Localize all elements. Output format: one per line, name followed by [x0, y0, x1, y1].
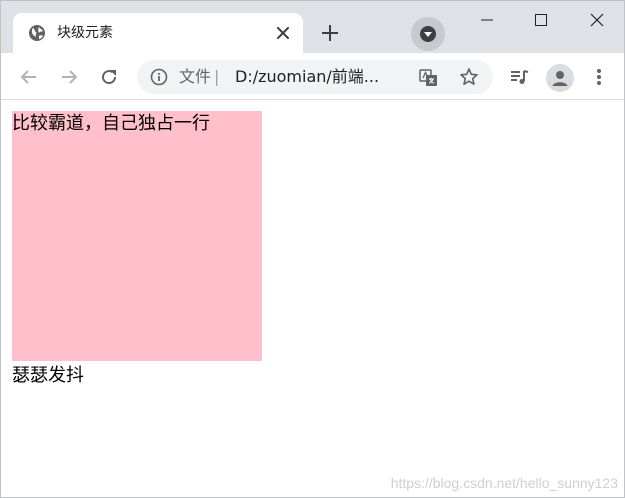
- watermark-text: https://blog.csdn.net/hello_sunny123: [390, 475, 618, 491]
- translate-icon[interactable]: [419, 68, 439, 88]
- reload-icon[interactable]: [97, 65, 121, 89]
- info-icon[interactable]: [150, 68, 168, 86]
- window-close-icon[interactable]: [574, 1, 620, 39]
- block-text: 比较霸道，自己独占一行: [12, 113, 210, 134]
- tab-strip: 块级元素: [1, 1, 624, 53]
- globe-icon: [28, 24, 46, 42]
- media-controls-icon[interactable]: [507, 65, 531, 89]
- back-arrow-icon[interactable]: [17, 65, 41, 89]
- url-separator: |: [214, 67, 220, 86]
- pink-block-element: 比较霸道，自己独占一行: [12, 111, 262, 361]
- following-text: 瑟瑟发抖: [12, 365, 84, 386]
- tab-search-chevron-icon[interactable]: [411, 17, 445, 51]
- url-scheme-label: 文件: [179, 67, 212, 86]
- profile-avatar-icon[interactable]: [546, 64, 574, 92]
- browser-window: 块级元素 文件 | D:/zuomian/前端... 比较霸道，自己独占一行 瑟…: [0, 0, 625, 498]
- tab-title: 块级元素: [57, 25, 113, 41]
- address-bar[interactable]: 文件 | D:/zuomian/前端...: [137, 60, 493, 94]
- close-tab-icon[interactable]: [273, 23, 293, 43]
- maximize-icon[interactable]: [518, 1, 564, 39]
- more-menu-icon[interactable]: [587, 65, 611, 89]
- forward-arrow-icon[interactable]: [57, 65, 81, 89]
- active-tab[interactable]: 块级元素: [13, 13, 303, 53]
- browser-toolbar: 文件 | D:/zuomian/前端...: [1, 53, 624, 100]
- url-text[interactable]: D:/zuomian/前端...: [235, 66, 379, 88]
- bookmark-star-icon[interactable]: [459, 67, 479, 87]
- new-tab-plus-icon[interactable]: [319, 22, 341, 44]
- minimize-icon[interactable]: [464, 1, 510, 39]
- page-viewport: 比较霸道，自己独占一行 瑟瑟发抖 https://blog.csdn.net/h…: [1, 101, 624, 497]
